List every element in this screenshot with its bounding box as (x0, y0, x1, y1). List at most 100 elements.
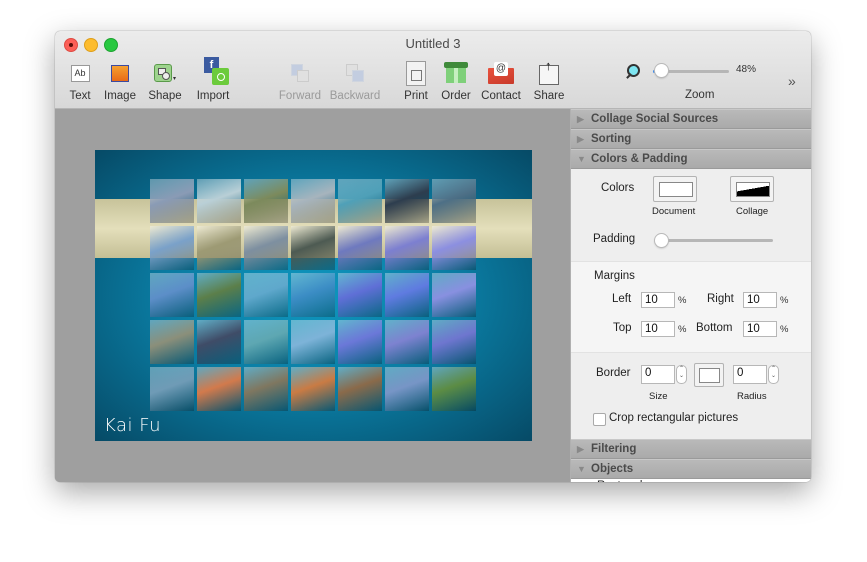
toolbar-order-button[interactable]: Order (439, 58, 473, 102)
photo-tile[interactable] (338, 226, 382, 270)
inspector-sidebar: ▶ Collage Social Sources ▶ Sorting ▼ Colors… (570, 109, 811, 482)
margins-panel: Margins Left 10 % Right 10 % Top 10 % Bo… (571, 261, 811, 353)
zoom-control: 48% (625, 62, 795, 82)
bottom-margin-label: Bottom (696, 322, 733, 334)
photo-tile[interactable] (197, 367, 241, 411)
photo-tile[interactable] (244, 226, 288, 270)
section-collage-social-sources[interactable]: ▶ Collage Social Sources (571, 109, 811, 129)
crop-rectangular-label[interactable]: Crop rectangular pictures (609, 412, 738, 424)
photo-tile[interactable] (197, 226, 241, 270)
photo-tile[interactable] (385, 367, 429, 411)
photo-tile[interactable] (385, 273, 429, 317)
photo-tile[interactable] (291, 320, 335, 364)
photo-tile[interactable] (338, 320, 382, 364)
photo-tile[interactable] (338, 179, 382, 223)
left-margin-input[interactable]: 10 (641, 292, 675, 308)
bottom-margin-input[interactable]: 10 (743, 321, 777, 337)
collage-document[interactable]: Kai Fu (95, 150, 532, 441)
padding-slider-knob[interactable] (654, 234, 668, 247)
photo-tile[interactable] (338, 273, 382, 317)
photo-tile[interactable] (385, 179, 429, 223)
toolbar-forward-button[interactable]: Forward (277, 58, 323, 102)
zoom-label: Zoom (685, 89, 715, 101)
canvas-area[interactable]: Kai Fu (55, 109, 569, 482)
order-box-icon (444, 62, 468, 84)
photo-tile[interactable] (197, 273, 241, 317)
toolbar-import-button[interactable]: f Import (193, 57, 233, 102)
border-radius-input[interactable]: 0 (733, 365, 767, 384)
window-title: Untitled 3 (405, 36, 461, 51)
section-sorting[interactable]: ▶ Sorting (571, 129, 811, 149)
photo-tile[interactable] (244, 320, 288, 364)
collage-signature[interactable]: Kai Fu (104, 415, 161, 436)
send-backward-icon (346, 64, 364, 82)
toolbar-contact-button[interactable]: @ Contact (478, 58, 524, 102)
toolbar-print-button[interactable]: Print (400, 58, 432, 102)
border-color-well[interactable] (694, 363, 724, 387)
photo-tile[interactable] (150, 226, 194, 270)
photo-tile[interactable] (291, 226, 335, 270)
section-colors-padding[interactable]: ▼ Colors & Padding (571, 149, 811, 169)
photo-tile[interactable] (244, 367, 288, 411)
top-margin-label: Top (613, 322, 632, 334)
padding-label: Padding (593, 233, 636, 245)
photo-tile[interactable] (197, 320, 241, 364)
document-label: Document (652, 206, 696, 217)
toolbar-share-button[interactable]: ↑ Share (532, 58, 566, 102)
photo-tile[interactable] (150, 320, 194, 364)
border-color-swatch (699, 368, 720, 383)
padding-slider-track[interactable] (655, 239, 773, 242)
crop-rectangular-checkbox[interactable] (593, 413, 606, 426)
photo-tile[interactable] (291, 367, 335, 411)
toolbar-text-button[interactable]: Ab Text (65, 58, 95, 102)
photo-tile[interactable] (385, 320, 429, 364)
bottom-margin-unit: % (780, 324, 789, 335)
objects-list: Rectangle (571, 479, 811, 482)
photo-tile[interactable] (150, 367, 194, 411)
photo-tile[interactable] (338, 367, 382, 411)
photo-tile[interactable] (244, 273, 288, 317)
photo-tile[interactable] (385, 226, 429, 270)
border-size-input[interactable]: 0 (641, 365, 675, 384)
border-size-stepper[interactable]: ⌃ ⌄ (676, 365, 687, 384)
photo-tile[interactable] (432, 226, 476, 270)
section-filtering[interactable]: ▶ Filtering (571, 439, 811, 459)
zoom-slider-knob[interactable] (654, 64, 668, 77)
collage-color-well[interactable] (730, 176, 774, 202)
import-social-icon: f (198, 57, 229, 88)
image-icon (111, 64, 129, 82)
right-margin-input[interactable]: 10 (743, 292, 777, 308)
radius-label: Radius (737, 391, 767, 402)
border-radius-stepper[interactable]: ⌃ ⌄ (768, 365, 779, 384)
top-margin-input[interactable]: 10 (641, 321, 675, 337)
bring-forward-icon (291, 64, 309, 82)
toolbar-image-button[interactable]: Image (101, 58, 139, 102)
share-icon: ↑ (539, 58, 559, 85)
toolbar-backward-button[interactable]: Backward (327, 58, 383, 102)
left-margin-label: Left (612, 293, 632, 305)
photo-tile[interactable] (432, 367, 476, 411)
disclosure-right-icon: ▶ (577, 113, 584, 124)
section-objects[interactable]: ▼ Objects (571, 459, 811, 479)
photo-tile[interactable] (432, 179, 476, 223)
colors-label: Colors (601, 182, 635, 194)
toolbar-shape-button[interactable]: ▾ Shape (145, 58, 185, 102)
size-label: Size (649, 391, 668, 402)
document-color-well[interactable] (653, 176, 697, 202)
photo-tile[interactable] (432, 320, 476, 364)
photo-tile[interactable] (150, 273, 194, 317)
photo-tile[interactable] (291, 273, 335, 317)
photo-tile[interactable] (291, 179, 335, 223)
photo-tile[interactable] (244, 179, 288, 223)
collage-label: Collage (736, 206, 769, 217)
photo-tile[interactable] (150, 179, 194, 223)
photo-tile[interactable] (197, 179, 241, 223)
titlebar: Untitled 3 Ab Text Image ▾ Shape f Impor… (55, 31, 811, 109)
object-item-label[interactable]: Rectangle (597, 480, 649, 482)
border-label: Border (596, 367, 631, 379)
document-color-swatch (659, 182, 693, 197)
colors-panel: Colors Document Collage Padding (571, 169, 811, 261)
photo-tile[interactable] (432, 273, 476, 317)
left-margin-unit: % (678, 295, 687, 306)
toolbar-overflow-button[interactable]: » (788, 73, 796, 89)
